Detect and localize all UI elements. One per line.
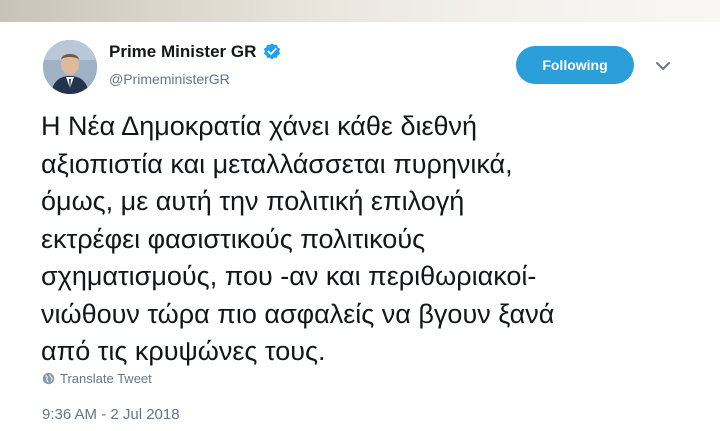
- tweet-text-line: σχηματισμούς, που -αν και περιθωριακοί-: [41, 261, 537, 291]
- tweet-text-line: όμως, με αυτή την πολιτική επιλογή: [41, 186, 465, 216]
- tweet-card: Prime Minister GR @PrimeministerGR Follo…: [8, 22, 712, 431]
- translate-tweet-label: Translate Tweet: [60, 371, 152, 386]
- tweet-text-line: αξιοπιστία και μεταλλάσσεται πυρηνικά,: [41, 148, 513, 179]
- background-strip: [0, 0, 720, 22]
- following-button[interactable]: Following: [516, 46, 634, 84]
- tweet-text-line: Η Νέα Δημοκρατία χάνει κάθε διεθνή: [41, 111, 478, 141]
- avatar[interactable]: [43, 40, 97, 94]
- author-handle[interactable]: @PrimeministerGR: [109, 71, 230, 87]
- tweet-text-line: νιώθουν τώρα πιο ασφαλείς να βγουν ξανά: [41, 298, 555, 329]
- author-name[interactable]: Prime Minister GR: [109, 42, 256, 62]
- translate-tweet-link[interactable]: Translate Tweet: [42, 371, 152, 386]
- tweet-text-line: από τις κρυψώνες τους.: [41, 336, 326, 366]
- chevron-down-icon[interactable]: [653, 56, 673, 76]
- author-name-row: Prime Minister GR: [109, 42, 282, 62]
- tweet-text: Η Νέα Δημοκρατία χάνει κάθε διεθνή αξιοπ…: [41, 108, 681, 371]
- avatar-image: [43, 40, 97, 94]
- globe-icon: [42, 372, 55, 385]
- tweet-timestamp[interactable]: 9:36 AM - 2 Jul 2018: [42, 406, 180, 423]
- verified-badge-icon: [264, 43, 281, 60]
- tweet-text-line: εκτρέφει φασιστικούς πολιτικούς: [41, 223, 426, 254]
